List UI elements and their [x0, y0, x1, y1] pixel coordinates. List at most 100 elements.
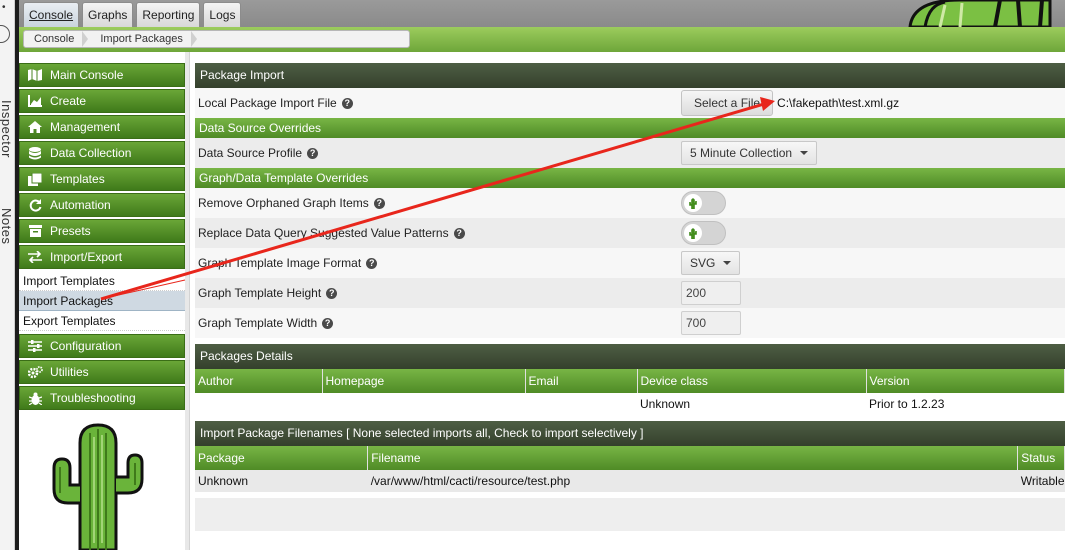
database-icon [20, 146, 50, 160]
sidebar-item-automation[interactable]: Automation [19, 193, 185, 217]
local-file-row: Local Package Import File? Select a File… [195, 88, 1065, 118]
empty-row [195, 498, 1065, 531]
help-icon[interactable]: ? [366, 257, 378, 269]
sidebar-item-utilities[interactable]: Utilities [19, 360, 185, 384]
field-label: Graph Template Height [198, 286, 322, 300]
gears-icon [20, 365, 50, 379]
packages-details-header: Packages Details [195, 344, 1065, 369]
sidebar-subitem-import-packages[interactable]: Import Packages [19, 291, 185, 311]
cactus-logo-icon [908, 0, 1052, 27]
sidebar-item-label: Presets [50, 224, 91, 238]
sidebar-item-main-console[interactable]: Main Console [19, 63, 185, 87]
sidebar-subitem-export-templates[interactable]: Export Templates [19, 311, 185, 331]
sidebar-item-import-export[interactable]: Import/Export [19, 245, 185, 269]
select-value: 5 Minute Collection [690, 146, 793, 160]
field-label: Remove Orphaned Graph Items [198, 196, 369, 210]
column-header: Author [195, 369, 323, 393]
replace-patterns-toggle[interactable] [681, 221, 726, 245]
nav-separator [185, 52, 190, 550]
sidebar-item-label: Configuration [50, 339, 122, 353]
sliders-icon [20, 340, 50, 352]
sidebar-item-label: Troubleshooting [50, 391, 136, 405]
help-icon[interactable]: ? [307, 147, 319, 159]
tab-console[interactable]: Console [23, 2, 80, 27]
template-width-input[interactable]: 700 [681, 311, 741, 335]
data-source-profile-row: Data Source Profile? 5 Minute Collection [195, 138, 1065, 168]
help-icon[interactable]: ? [326, 287, 338, 299]
inspector-tab-label[interactable]: Inspector [0, 100, 14, 158]
template-width-row: Graph Template Width? 700 [195, 308, 1065, 338]
chevron-down-icon [723, 261, 732, 265]
data-source-profile-select[interactable]: 5 Minute Collection [681, 141, 818, 165]
graph-template-overrides-header: Graph/Data Template Overrides [195, 168, 1065, 188]
tab-label: Logs [209, 8, 236, 22]
tab-label: Console [29, 8, 74, 22]
remove-orphans-row: Remove Orphaned Graph Items? [195, 188, 1065, 218]
sidebar-item-troubleshooting[interactable]: Troubleshooting [19, 386, 185, 410]
help-icon[interactable]: ? [373, 197, 385, 209]
breadcrumb-console[interactable]: Console [24, 31, 89, 47]
column-header: Version [866, 369, 1065, 393]
column-header: Homepage [322, 369, 526, 393]
help-icon[interactable]: ? [322, 317, 334, 329]
breadcrumb-bar: Console Import Packages [19, 27, 1065, 52]
tab-graphs[interactable]: Graphs [82, 2, 134, 27]
sidebar-subitem-import-templates[interactable]: Import Templates [19, 271, 185, 291]
sidebar-item-label: Automation [50, 198, 111, 212]
package-import-header: Package Import [195, 63, 1065, 88]
home-icon [20, 121, 50, 133]
tab-label: Reporting [142, 8, 195, 22]
table-cell: /var/www/html/cacti/resource/test.php [367, 470, 1018, 492]
sidebar-item-label: Data Collection [50, 146, 132, 160]
sidebar-item-create[interactable]: Create [19, 89, 185, 113]
table-cell [195, 393, 322, 415]
column-header: Filename [367, 446, 1019, 470]
help-icon[interactable]: ? [341, 97, 353, 109]
table-cell: Unknown [640, 397, 691, 411]
clock-icon[interactable] [0, 25, 10, 43]
map-icon [20, 69, 50, 81]
breadcrumb: Console Import Packages [23, 30, 410, 48]
column-header: Package [195, 446, 369, 470]
chart-icon [20, 95, 50, 107]
image-format-row: Graph Template Image Format? SVG [195, 248, 1065, 278]
refresh-icon [20, 198, 50, 212]
package-filenames-header: Import Package Filenames [ None selected… [195, 421, 1065, 446]
select-file-button[interactable]: Select a File [681, 90, 774, 116]
notes-tab-label[interactable]: Notes [0, 208, 14, 244]
breadcrumb-import-packages[interactable]: Import Packages [88, 31, 197, 47]
sidebar: Main Console Create Management Data Coll… [19, 63, 185, 412]
sidebar-item-presets[interactable]: Presets [19, 219, 185, 243]
archive-icon [20, 225, 50, 237]
remove-orphans-toggle[interactable] [681, 191, 726, 215]
column-header: Status [1017, 446, 1065, 470]
file-path-value: C:\fakepath\test.xml.gz [777, 96, 900, 110]
field-label: Replace Data Query Suggested Value Patte… [198, 226, 449, 240]
exchange-icon [20, 251, 50, 263]
sidebar-item-configuration[interactable]: Configuration [19, 334, 185, 358]
tab-logs[interactable]: Logs [203, 2, 242, 27]
help-icon[interactable]: ? [453, 227, 465, 239]
replace-patterns-row: Replace Data Query Suggested Value Patte… [195, 218, 1065, 248]
sidebar-item-label: Import/Export [50, 250, 123, 264]
image-format-select[interactable]: SVG [681, 251, 741, 275]
sidebar-item-data-collection[interactable]: Data Collection [19, 141, 185, 165]
sidebar-item-label: Create [50, 94, 87, 108]
template-height-input[interactable]: 200 [681, 281, 741, 305]
field-label: Graph Template Image Format [198, 256, 362, 270]
inspector-panel: • Inspector Notes [0, 0, 15, 550]
copy-icon [20, 172, 50, 186]
data-source-overrides-header: Data Source Overrides [195, 118, 1065, 138]
column-header: Email [525, 369, 638, 393]
tab-reporting[interactable]: Reporting [136, 2, 201, 27]
select-value: SVG [690, 256, 716, 270]
table-cell: Writable [1017, 470, 1065, 492]
cactus-mascot-icon [52, 423, 144, 550]
cactus-knob-icon [684, 194, 702, 212]
sidebar-item-management[interactable]: Management [19, 115, 185, 139]
template-height-row: Graph Template Height? 200 [195, 278, 1065, 308]
chevron-down-icon [800, 151, 809, 155]
sidebar-item-label: Templates [50, 172, 105, 186]
sidebar-item-templates[interactable]: Templates [19, 167, 185, 191]
table-cell: Prior to 1.2.23 [869, 397, 945, 411]
